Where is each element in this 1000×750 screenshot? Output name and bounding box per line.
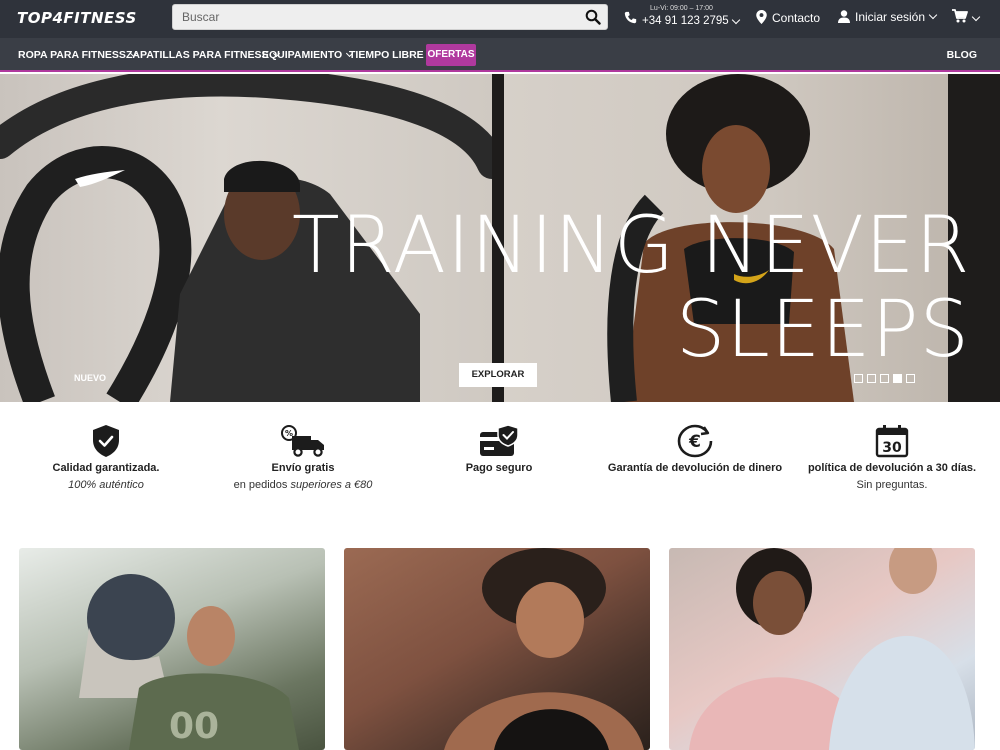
feature-title: Calidad garantizada. <box>52 462 160 474</box>
hero-banner[interactable]: TRAINING NEVER SLEEPS NUEVO EXPLORAR <box>0 74 1000 402</box>
feature-30-day-return: 30 política de devolución a 30 días. Sin… <box>792 424 992 491</box>
chevron-down-icon <box>928 10 938 20</box>
hero-tag: NUEVO <box>74 373 107 383</box>
feature-secure-payment: Pago seguro <box>399 424 599 474</box>
feature-subtitle-italic: 100% auténtico <box>68 479 144 491</box>
feature-money-back: € Garantía de devolución de dinero <box>595 424 795 474</box>
nav-item-ropa[interactable]: ROPA PARA FITNESS <box>18 49 137 61</box>
card-image-man-medicine-ball: 00 <box>79 574 299 750</box>
search-icon[interactable] <box>585 9 601 25</box>
feature-title: Envío gratis <box>271 462 335 474</box>
login-dropdown[interactable]: Iniciar sesión <box>838 10 938 24</box>
svg-text:30: 30 <box>882 440 902 456</box>
explore-button[interactable]: EXPLORAR <box>459 363 537 387</box>
feature-title: política de devolución a 30 días. <box>807 462 977 474</box>
chevron-down-icon <box>731 15 741 25</box>
chevron-down-icon <box>971 12 981 22</box>
calendar-30-icon: 30 <box>875 425 909 458</box>
card-image-couple-casual <box>689 548 975 750</box>
carousel-dot-active[interactable] <box>893 374 902 383</box>
features-strip: Calidad garantizada. 100% auténtico % En… <box>0 402 1000 512</box>
search-input[interactable] <box>173 5 563 29</box>
cart-icon <box>952 9 968 23</box>
feature-title: Pago seguro <box>465 462 533 474</box>
nav-item-label: TIEMPO LIBRE <box>349 49 424 61</box>
card-image-woman-sports-bra <box>444 548 644 750</box>
feature-subtitle: en pedidos superiores a €80 <box>203 479 403 491</box>
feature-subtitle: Sin preguntas. <box>856 479 928 491</box>
nav-item-ofertas[interactable]: OFERTAS <box>426 44 476 66</box>
nav-item-label: EQUIPAMIENTO <box>262 49 343 61</box>
feature-free-shipping: % Envío gratis en pedidos superiores a €… <box>203 424 403 491</box>
user-icon <box>838 10 850 23</box>
svg-text:%: % <box>285 429 293 438</box>
carousel-dot[interactable] <box>880 374 889 383</box>
feature-quality: Calidad garantizada. 100% auténtico <box>6 424 206 491</box>
contact-label: Contacto <box>772 11 821 25</box>
category-card-casual[interactable] <box>669 548 975 750</box>
login-label: Iniciar sesión <box>855 10 926 24</box>
nav-item-zapatillas[interactable]: ZAPATILLAS PARA FITNESS <box>126 49 280 61</box>
opening-hours: Lu-Vi: 09:00 – 17:00 <box>650 5 713 12</box>
svg-text:€: € <box>688 432 701 452</box>
phone-icon <box>624 11 637 24</box>
contact-link[interactable]: Contacto <box>756 10 820 25</box>
feature-subtitle-italic: superiores a €80 <box>290 479 373 491</box>
search-box <box>172 4 608 30</box>
nav-item-tiempo-libre[interactable]: TIEMPO LIBRE <box>349 49 435 61</box>
top-bar: TOP4FITNESS Lu-Vi: 09:00 – 17:00 +34 91 … <box>0 0 1000 38</box>
main-nav: ROPA PARA FITNESS ZAPATILLAS PARA FITNES… <box>0 38 1000 72</box>
hero-headline-line1: TRAINING NEVER <box>292 201 971 291</box>
logo[interactable]: TOP4FITNESS <box>17 9 137 27</box>
svg-text:00: 00 <box>169 706 219 747</box>
category-card-men[interactable]: 00 <box>19 548 325 750</box>
category-card-women[interactable] <box>344 548 650 750</box>
delivery-truck-icon: % <box>281 425 324 457</box>
nav-item-blog[interactable]: BLOG <box>947 49 977 61</box>
phone-number[interactable]: +34 91 123 2795 <box>642 15 729 27</box>
nav-item-equipamiento[interactable]: EQUIPAMIENTO <box>262 49 354 61</box>
feature-title: Garantía de devolución de dinero <box>607 462 783 474</box>
euro-return-icon: € <box>677 424 713 458</box>
feature-subtitle: 100% auténtico <box>6 479 206 491</box>
location-pin-icon <box>756 10 767 24</box>
carousel-dot[interactable] <box>867 374 876 383</box>
carousel-dot[interactable] <box>906 374 915 383</box>
cart-button[interactable] <box>952 9 981 28</box>
carousel-dots <box>854 370 919 388</box>
carousel-dot[interactable] <box>854 374 863 383</box>
hero-headline-line2: SLEEPS <box>675 285 970 375</box>
nav-item-label: ROPA PARA FITNESS <box>18 49 126 61</box>
nav-item-label: ZAPATILLAS PARA FITNESS <box>126 49 269 61</box>
secure-card-icon <box>480 424 519 456</box>
feature-subtitle-plain: en pedidos <box>233 479 291 491</box>
shield-check-icon <box>93 425 119 457</box>
